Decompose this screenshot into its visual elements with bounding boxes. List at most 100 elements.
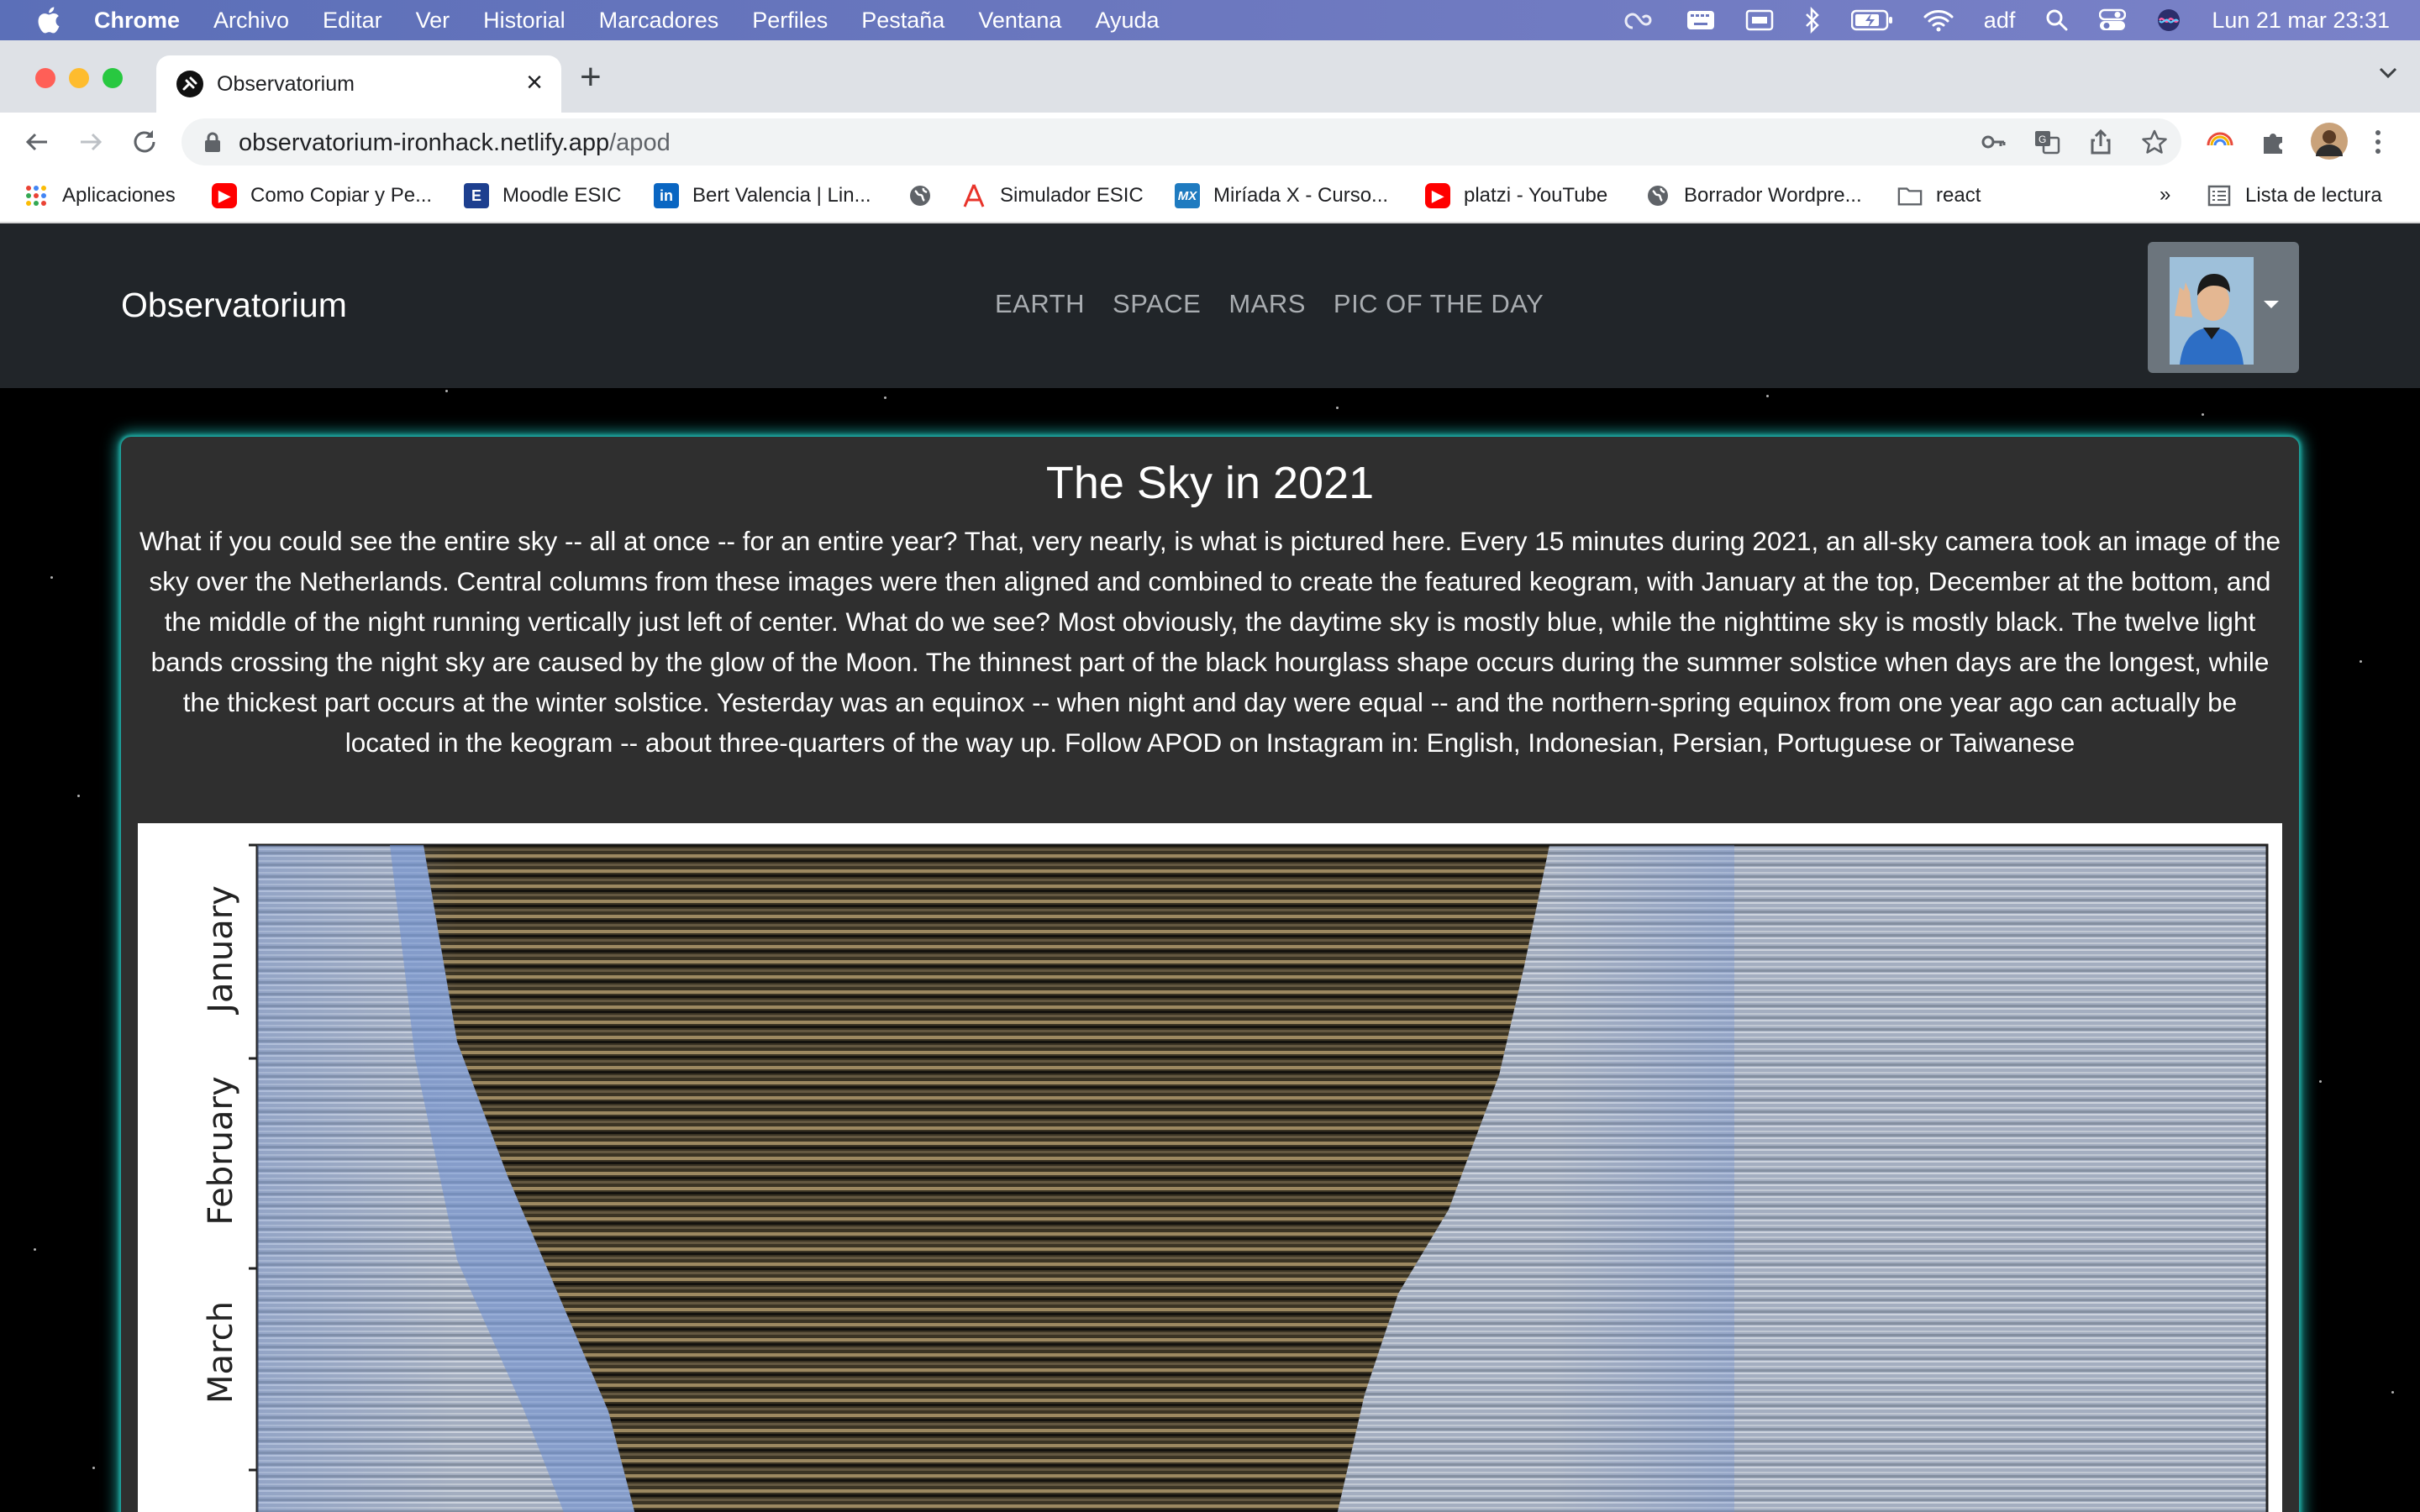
bookmarks-overflow-chevron[interactable]: »: [2160, 183, 2170, 207]
tab-strip: Observatorium × +: [0, 40, 2420, 113]
chevron-down-icon: [2264, 301, 2279, 308]
nav-link-space[interactable]: SPACE: [1113, 289, 1201, 319]
bookmark-folder-react[interactable]: react: [1897, 183, 1981, 208]
svg-text:G: G: [2039, 134, 2046, 145]
bookmark-label: Como Copiar y Pe...: [250, 184, 433, 207]
bookmark-star-icon[interactable]: [2141, 129, 2168, 160]
keogram-label-march: March: [202, 1301, 240, 1404]
forward-arrow-icon[interactable]: [76, 127, 106, 161]
control-center-icon[interactable]: [2099, 8, 2127, 32]
menubar-app-name[interactable]: Chrome: [94, 8, 180, 34]
menubar-user-label[interactable]: adf: [1984, 8, 2016, 34]
bookmark-label: Borrador Wordpre...: [1684, 184, 1862, 207]
address-bar[interactable]: observatorium-ironhack.netlify.app/apod …: [182, 118, 2181, 165]
tab-close-icon[interactable]: ×: [526, 67, 543, 97]
bookmark-label: Simulador ESIC: [1000, 184, 1144, 207]
wifi-icon[interactable]: [1923, 8, 1954, 32]
menu-ventana[interactable]: Ventana: [978, 8, 1061, 34]
keogram-image: January February March: [202, 843, 2269, 1512]
bookmark-aplicaciones[interactable]: Aplicaciones: [24, 183, 176, 208]
satellite-favicon-icon: [176, 71, 203, 97]
more-options-icon[interactable]: [2373, 127, 2383, 161]
nav-link-mars[interactable]: MARS: [1228, 289, 1306, 319]
keyboard-icon[interactable]: [1686, 9, 1715, 31]
window-zoom-button[interactable]: [103, 68, 123, 88]
site-brand[interactable]: Observatorium: [121, 286, 347, 325]
tab-search-chevron-icon[interactable]: [2378, 66, 2398, 83]
macos-menubar: Chrome Archivo Editar Ver Historial Marc…: [0, 0, 2420, 40]
profile-avatar-icon[interactable]: [2311, 123, 2348, 164]
keogram-label-february: February: [202, 1076, 240, 1225]
battery-icon[interactable]: [1850, 9, 1893, 31]
lock-icon[interactable]: [203, 131, 222, 157]
keogram-label-january: January: [202, 885, 240, 1016]
user-avatar: [2170, 257, 2254, 365]
new-tab-icon[interactable]: +: [580, 59, 602, 96]
bookmark-platzi-youtube[interactable]: ▶ platzi - YouTube: [1425, 183, 1607, 208]
nav-link-earth[interactable]: EARTH: [995, 289, 1085, 319]
siri-icon[interactable]: [2156, 8, 2181, 33]
menu-historial[interactable]: Historial: [483, 8, 566, 34]
translate-icon[interactable]: G: [2033, 129, 2060, 160]
overflow-label: »: [2160, 183, 2171, 206]
reading-list-icon: [2207, 183, 2232, 208]
menubar-status-area: adf Lun 21 mar 23:31: [1623, 0, 2420, 40]
browser-toolbar: observatorium-ironhack.netlify.app/apod …: [0, 113, 2420, 171]
miriadax-icon: MX: [1175, 183, 1200, 208]
bookmark-label: Moodle ESIC: [502, 184, 622, 207]
extension-rainbow-icon[interactable]: [2205, 127, 2235, 161]
key-icon[interactable]: [1980, 129, 2007, 160]
bookmark-borrador-wordpress[interactable]: Borrador Wordpre...: [1645, 183, 1862, 208]
display-icon[interactable]: [1745, 8, 1774, 32]
bookmark-moodle-esic[interactable]: E Moodle ESIC: [464, 183, 621, 208]
creative-cloud-icon[interactable]: [1623, 8, 1656, 33]
site-nav-links: EARTH SPACE MARS PIC OF THE DAY: [995, 289, 1571, 319]
menu-perfiles[interactable]: Perfiles: [752, 8, 828, 34]
menu-pestana[interactable]: Pestaña: [861, 8, 944, 34]
menu-ver[interactable]: Ver: [416, 8, 450, 34]
menu-ayuda[interactable]: Ayuda: [1095, 8, 1159, 34]
site-navbar: Observatorium EARTH SPACE MARS PIC OF TH…: [0, 223, 2420, 388]
menubar-clock[interactable]: Lun 21 mar 23:31: [2212, 8, 2390, 34]
bookmark-globe[interactable]: [908, 183, 946, 208]
user-menu-dropdown-button[interactable]: [2148, 242, 2299, 373]
globe-icon: [908, 183, 933, 208]
apod-image: January February March: [138, 823, 2282, 1512]
reload-icon[interactable]: [129, 127, 160, 161]
extensions-puzzle-icon[interactable]: [2259, 127, 2289, 161]
nav-link-pic-of-the-day[interactable]: PIC OF THE DAY: [1334, 289, 1544, 319]
bluetooth-icon[interactable]: [1804, 7, 1821, 34]
esic-icon: E: [464, 183, 489, 208]
bookmark-label: Miríada X - Curso...: [1213, 184, 1389, 207]
bookmark-bert-valencia[interactable]: in Bert Valencia | Lin...: [654, 183, 871, 208]
menu-marcadores[interactable]: Marcadores: [599, 8, 719, 34]
reading-list-button[interactable]: Lista de lectura: [2207, 183, 2382, 208]
url-text[interactable]: observatorium-ironhack.netlify.app/apod: [239, 129, 671, 157]
bookmark-simulador-esic[interactable]: Simulador ESIC: [961, 183, 1144, 208]
globe-icon: [1645, 183, 1670, 208]
window-close-button[interactable]: [35, 68, 55, 88]
web-page: Observatorium EARTH SPACE MARS PIC OF TH…: [0, 223, 2420, 1512]
apod-card: The Sky in 2021 What if you could see th…: [121, 437, 2299, 1512]
apple-menu-icon[interactable]: [35, 6, 72, 34]
youtube-icon: ▶: [1425, 183, 1450, 208]
bookmark-como-copiar[interactable]: ▶ Como Copiar y Pe...: [212, 183, 432, 208]
share-icon[interactable]: [2087, 129, 2114, 160]
tab-title: Observatorium: [217, 72, 355, 96]
menu-editar[interactable]: Editar: [323, 8, 382, 34]
tab-observatorium[interactable]: Observatorium ×: [156, 55, 561, 113]
apod-explanation: What if you could see the entire sky -- …: [139, 526, 2281, 758]
bookmark-label: Aplicaciones: [62, 184, 176, 207]
youtube-icon: ▶: [212, 183, 237, 208]
linkedin-icon: in: [654, 183, 679, 208]
bookmarks-bar: Aplicaciones ▶ Como Copiar y Pe... E Moo…: [0, 171, 2420, 223]
back-arrow-icon[interactable]: [22, 127, 52, 161]
apps-grid-icon: [24, 183, 49, 208]
spotlight-search-icon[interactable]: [2045, 8, 2069, 32]
folder-icon: [1897, 183, 1923, 208]
window-minimize-button[interactable]: [69, 68, 89, 88]
apod-title: The Sky in 2021: [1045, 458, 1375, 508]
url-path: /apod: [609, 129, 671, 156]
menu-archivo[interactable]: Archivo: [213, 8, 289, 34]
bookmark-miriada-x[interactable]: MX Miríada X - Curso...: [1175, 183, 1388, 208]
